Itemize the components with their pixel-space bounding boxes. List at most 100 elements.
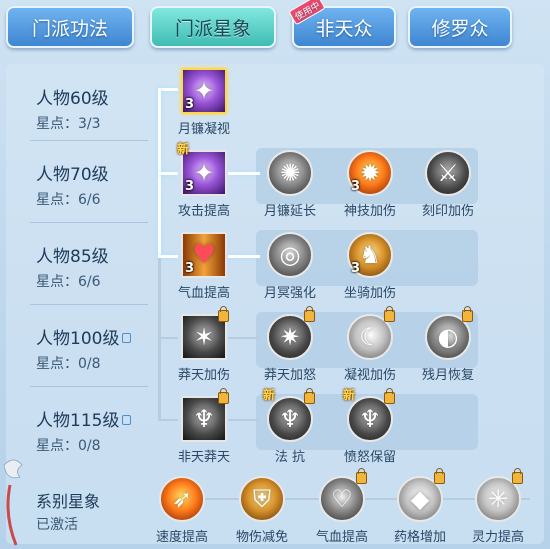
- winged-figure-icon: 新 ♆: [343, 388, 395, 442]
- level-name-text: 人物115级: [36, 411, 120, 431]
- skill-label: 法 抗: [274, 450, 306, 465]
- school-title: 系别星象: [36, 492, 101, 511]
- purple-claw-icon: ✦ 3: [181, 68, 227, 114]
- skill-node[interactable]: ✦ 3 月镰凝视: [164, 68, 244, 137]
- crystal-glyph: ◆: [410, 485, 430, 513]
- guard-glyph: ⛨: [253, 485, 271, 513]
- skill-label: 神技加伤: [343, 204, 396, 219]
- crescent-ring-icon: ◐: [425, 306, 473, 360]
- skill-label: 莽天加伤: [177, 368, 230, 383]
- level-points: 星点：3/3: [36, 116, 101, 132]
- level-points: 星点：6/6: [36, 192, 101, 208]
- burst-swirl-icon: ✷: [267, 306, 315, 360]
- crystal-icon: ◆: [397, 468, 445, 522]
- level-name: 人物60级: [36, 89, 109, 109]
- skill-label: 凝视加伤: [343, 368, 396, 383]
- lock-icon: [384, 306, 395, 322]
- lock-icon: [218, 306, 229, 322]
- skill-node[interactable]: ✺ 月镰延长: [250, 150, 330, 219]
- skill-label: 物伤减免: [235, 530, 288, 545]
- skill-node[interactable]: ⚔ 刻印加伤: [408, 150, 488, 219]
- dark-orb-icon: ◎: [267, 232, 313, 278]
- skill-level: 3: [185, 97, 195, 112]
- lock-icon: [462, 306, 473, 322]
- lock-icon: [122, 415, 132, 425]
- lock-icon: [122, 333, 132, 343]
- orb-glyph: ◎: [279, 241, 301, 269]
- skill-node[interactable]: ♞ 3 坐骑加伤: [330, 232, 410, 301]
- fire-beast-icon: ✹ 3: [347, 150, 393, 196]
- school-node[interactable]: ◆ 药格增加: [380, 468, 460, 545]
- speed-icon: ➶: [159, 476, 205, 522]
- purple-claw-icon: 新 ✦ 3: [177, 142, 227, 196]
- tab-label: 门派星象: [174, 17, 251, 40]
- skill-node[interactable]: 新 ✦ 3 攻击提高: [164, 142, 244, 219]
- skill-node[interactable]: ♆ 非天莽天: [164, 388, 244, 465]
- lock-icon: [304, 306, 315, 322]
- lock-icon: [434, 468, 445, 484]
- level-divider: [30, 222, 148, 223]
- level-divider: [30, 386, 148, 387]
- tab-bar: 门派功法 门派星象 使用中 非天众 修罗众: [0, 0, 550, 58]
- level-divider: [30, 140, 148, 141]
- spirit-star-icon: ✳: [475, 468, 523, 522]
- winged-figure-icon: ♆: [181, 388, 229, 442]
- tab-label: 门派功法: [31, 17, 108, 40]
- moon-glyph: ☾: [359, 323, 381, 351]
- skill-node[interactable]: ✹ 3 神技加伤: [330, 150, 410, 219]
- skill-label: 气血提高: [315, 530, 368, 545]
- skill-node[interactable]: ♥ 3 气血提高: [164, 232, 244, 301]
- skill-label: 月冥强化: [263, 286, 316, 301]
- skill-label: 愤怒保留: [343, 450, 396, 465]
- rune-glyph: ⚔: [437, 159, 459, 187]
- skill-label: 药格增加: [393, 530, 446, 545]
- golden-guard-icon: ⛨: [239, 476, 285, 522]
- skill-level: 3: [351, 261, 361, 276]
- skill-node[interactable]: 新 ♆ 法 抗: [250, 388, 330, 465]
- skill-node[interactable]: ☾ 凝视加伤: [330, 306, 410, 383]
- tab-school-skills[interactable]: 门派功法: [6, 6, 134, 48]
- cloud-ornament-icon: [3, 459, 23, 546]
- skill-node[interactable]: ✷ 莽天加怒: [250, 306, 330, 383]
- heart-icon: ♥ 3: [181, 232, 227, 278]
- tab-label: 修罗众: [431, 17, 489, 40]
- tab-label: 非天众: [315, 17, 373, 40]
- heart-outline-icon: ♡: [319, 468, 367, 522]
- winged-figure-icon: 新 ♆: [263, 388, 315, 442]
- skill-node[interactable]: 新 ♆ 愤怒保留: [330, 388, 410, 465]
- school-node[interactable]: ♡ 气血提高: [302, 468, 382, 545]
- level-name-text: 人物100级: [36, 329, 120, 349]
- skill-node[interactable]: ◐ 残月恢复: [408, 306, 488, 383]
- blade-spin-icon: ✺: [267, 150, 313, 196]
- level-60: 人物60级 星点：3/3: [36, 84, 109, 133]
- moon-gaze-icon: ☾: [347, 306, 395, 360]
- school-node[interactable]: ✳ 灵力提高: [458, 468, 538, 545]
- skill-label: 非天莽天: [177, 450, 230, 465]
- lock-icon: [512, 468, 523, 484]
- tab-feitian[interactable]: 使用中 非天众: [288, 0, 396, 48]
- skill-label: 气血提高: [177, 286, 230, 301]
- skill-level: 3: [185, 261, 195, 276]
- swirl-glyph: ✷: [279, 323, 301, 351]
- speed-glyph: ➶: [171, 485, 193, 513]
- skill-node[interactable]: ✶ 莽天加伤: [164, 306, 244, 383]
- tab-school-stars[interactable]: 门派星象: [150, 6, 276, 48]
- golden-mount-icon: ♞ 3: [347, 232, 393, 278]
- school-node[interactable]: ⛨ 物伤减免: [222, 476, 302, 545]
- tab-xiuluo[interactable]: 修罗众: [408, 6, 512, 48]
- figure-glyph: ♆: [359, 405, 381, 433]
- level-115: 人物115级 星点：0/8: [36, 406, 132, 455]
- skill-label: 灵力提高: [471, 530, 524, 545]
- cloud-ornament: [0, 445, 30, 549]
- skill-node[interactable]: ◎ 月冥强化: [250, 232, 330, 301]
- level-85: 人物85级 星点：6/6: [36, 242, 109, 291]
- heart-outline-glyph: ♡: [331, 485, 353, 513]
- burst-icon: ✶: [181, 306, 229, 360]
- figure-glyph: ♆: [279, 405, 301, 433]
- rune-mark-icon: ⚔: [425, 150, 471, 196]
- star-glyph: ✳: [487, 485, 509, 513]
- level-100: 人物100级 星点：0/8: [36, 324, 132, 373]
- skill-label: 残月恢复: [421, 368, 474, 383]
- school-node[interactable]: ➶ 速度提高: [142, 476, 222, 545]
- skill-label: 攻击提高: [177, 204, 230, 219]
